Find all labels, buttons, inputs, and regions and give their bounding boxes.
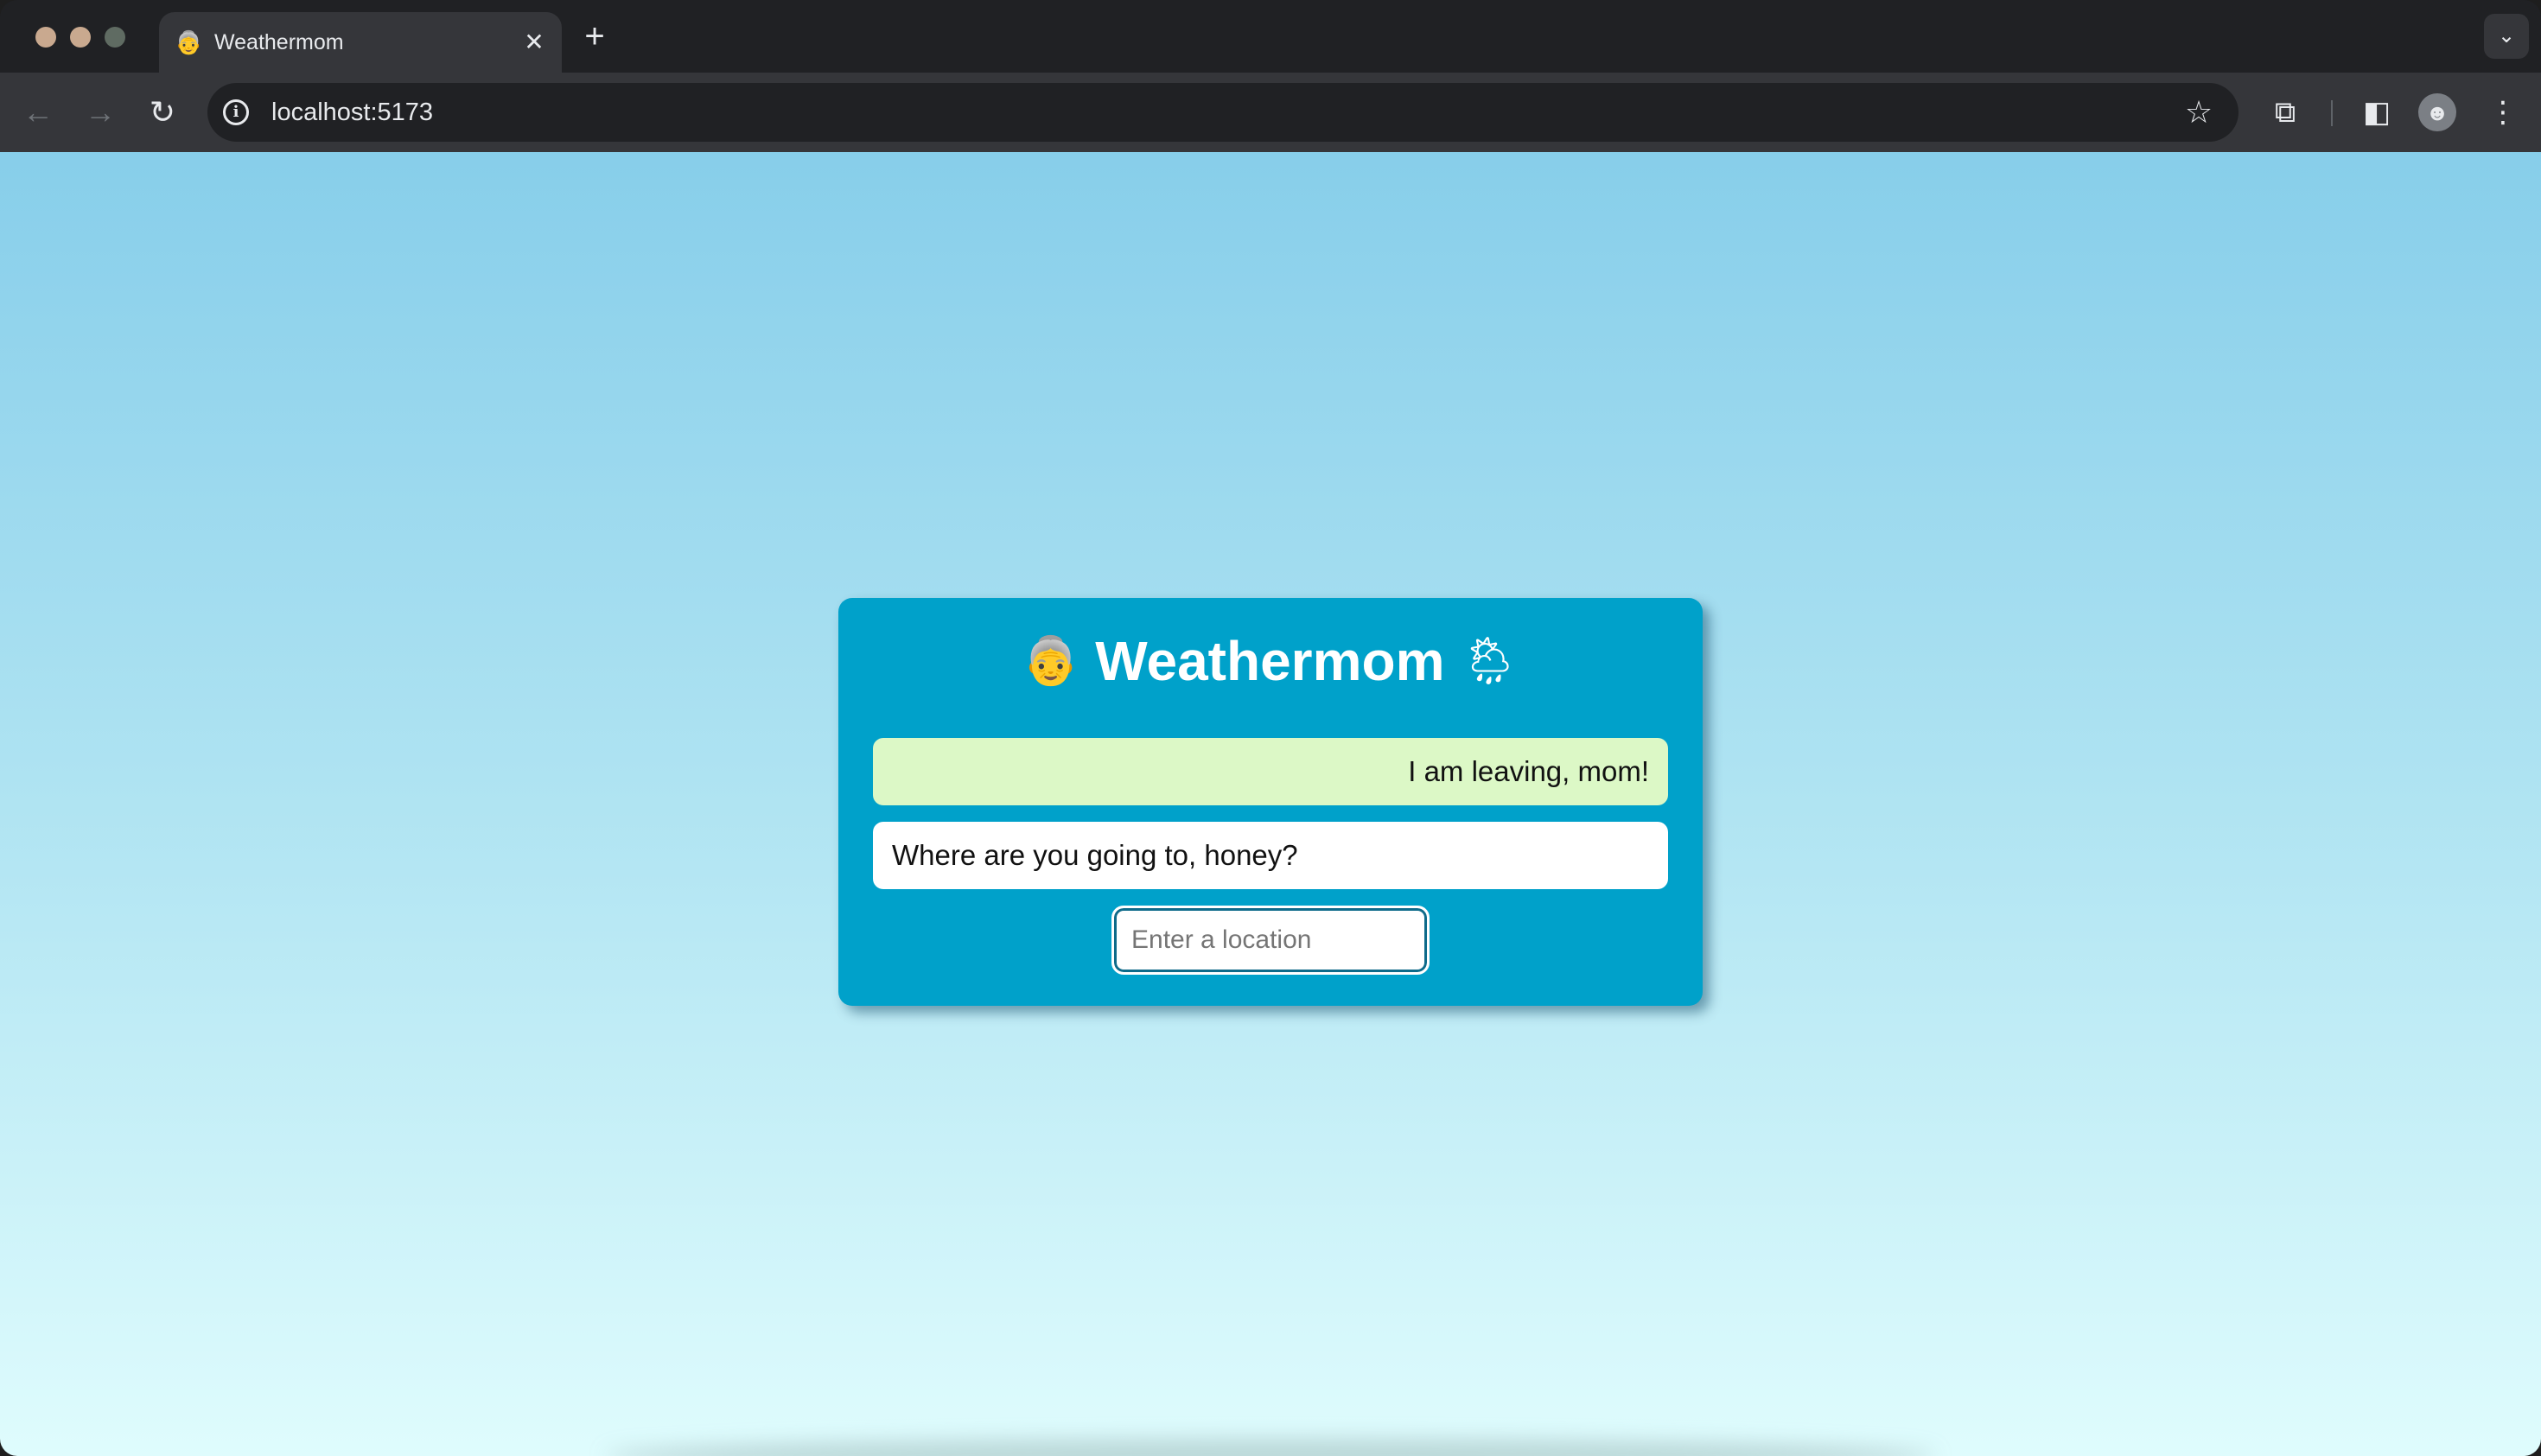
bookmark-star-icon[interactable]: ☆ [2181,95,2216,130]
close-tab-icon[interactable]: ✕ [519,27,550,58]
back-arrow-icon[interactable]: ← [19,93,57,131]
weathermom-card: 👵 Weathermom 🌦 I am leaving, mom! Where … [838,598,1703,1006]
app-title-text: Weathermom [1095,630,1445,692]
maximize-window-button[interactable] [105,27,125,48]
browser-toolbar: ← → ↻ i localhost:5173 ☆ ⧉ ◧ ☻ ⋮ [0,73,2541,152]
url-text[interactable]: localhost:5173 [271,83,433,142]
app-title: 👵 Weathermom 🌦 [838,630,1703,692]
user-message-bubble: I am leaving, mom! [873,738,1668,805]
tab-search-chevron-down-icon[interactable]: ⌄ [2484,14,2529,59]
location-input[interactable] [1111,906,1430,975]
grandma-emoji-icon: 👵 [1021,634,1080,687]
tab-strip: 👵 Weathermom ✕ + ⌄ [0,0,2541,73]
profile-avatar-icon[interactable]: ☻ [2418,93,2456,131]
more-menu-kebab-icon[interactable]: ⋮ [2482,92,2524,133]
minimize-window-button[interactable] [70,27,91,48]
site-info-icon[interactable]: i [223,99,249,125]
close-window-button[interactable] [35,27,56,48]
grandma-favicon-icon: 👵 [175,29,203,55]
extensions-puzzle-icon[interactable]: ⧉ [2264,92,2306,133]
tab-title: Weathermom [214,30,344,54]
sun-behind-rain-cloud-icon: 🌦 [1460,634,1520,687]
side-panel-icon[interactable]: ◧ [2356,92,2398,133]
page-viewport: 👵 Weathermom 🌦 I am leaving, mom! Where … [0,152,2541,1456]
browser-window: 👵 Weathermom ✕ + ⌄ ← → ↻ i localhost:517… [0,0,2541,1456]
address-bar[interactable]: i localhost:5173 ☆ [207,83,2238,142]
tab-weathermom[interactable]: 👵 Weathermom ✕ [159,12,562,73]
toolbar-divider [2331,100,2333,126]
reload-icon[interactable]: ↻ [143,93,182,131]
mom-message-bubble: Where are you going to, honey? [873,822,1668,889]
forward-arrow-icon[interactable]: → [81,93,119,131]
page-bottom-shadow [605,1439,1936,1456]
new-tab-button[interactable]: + [577,19,612,54]
